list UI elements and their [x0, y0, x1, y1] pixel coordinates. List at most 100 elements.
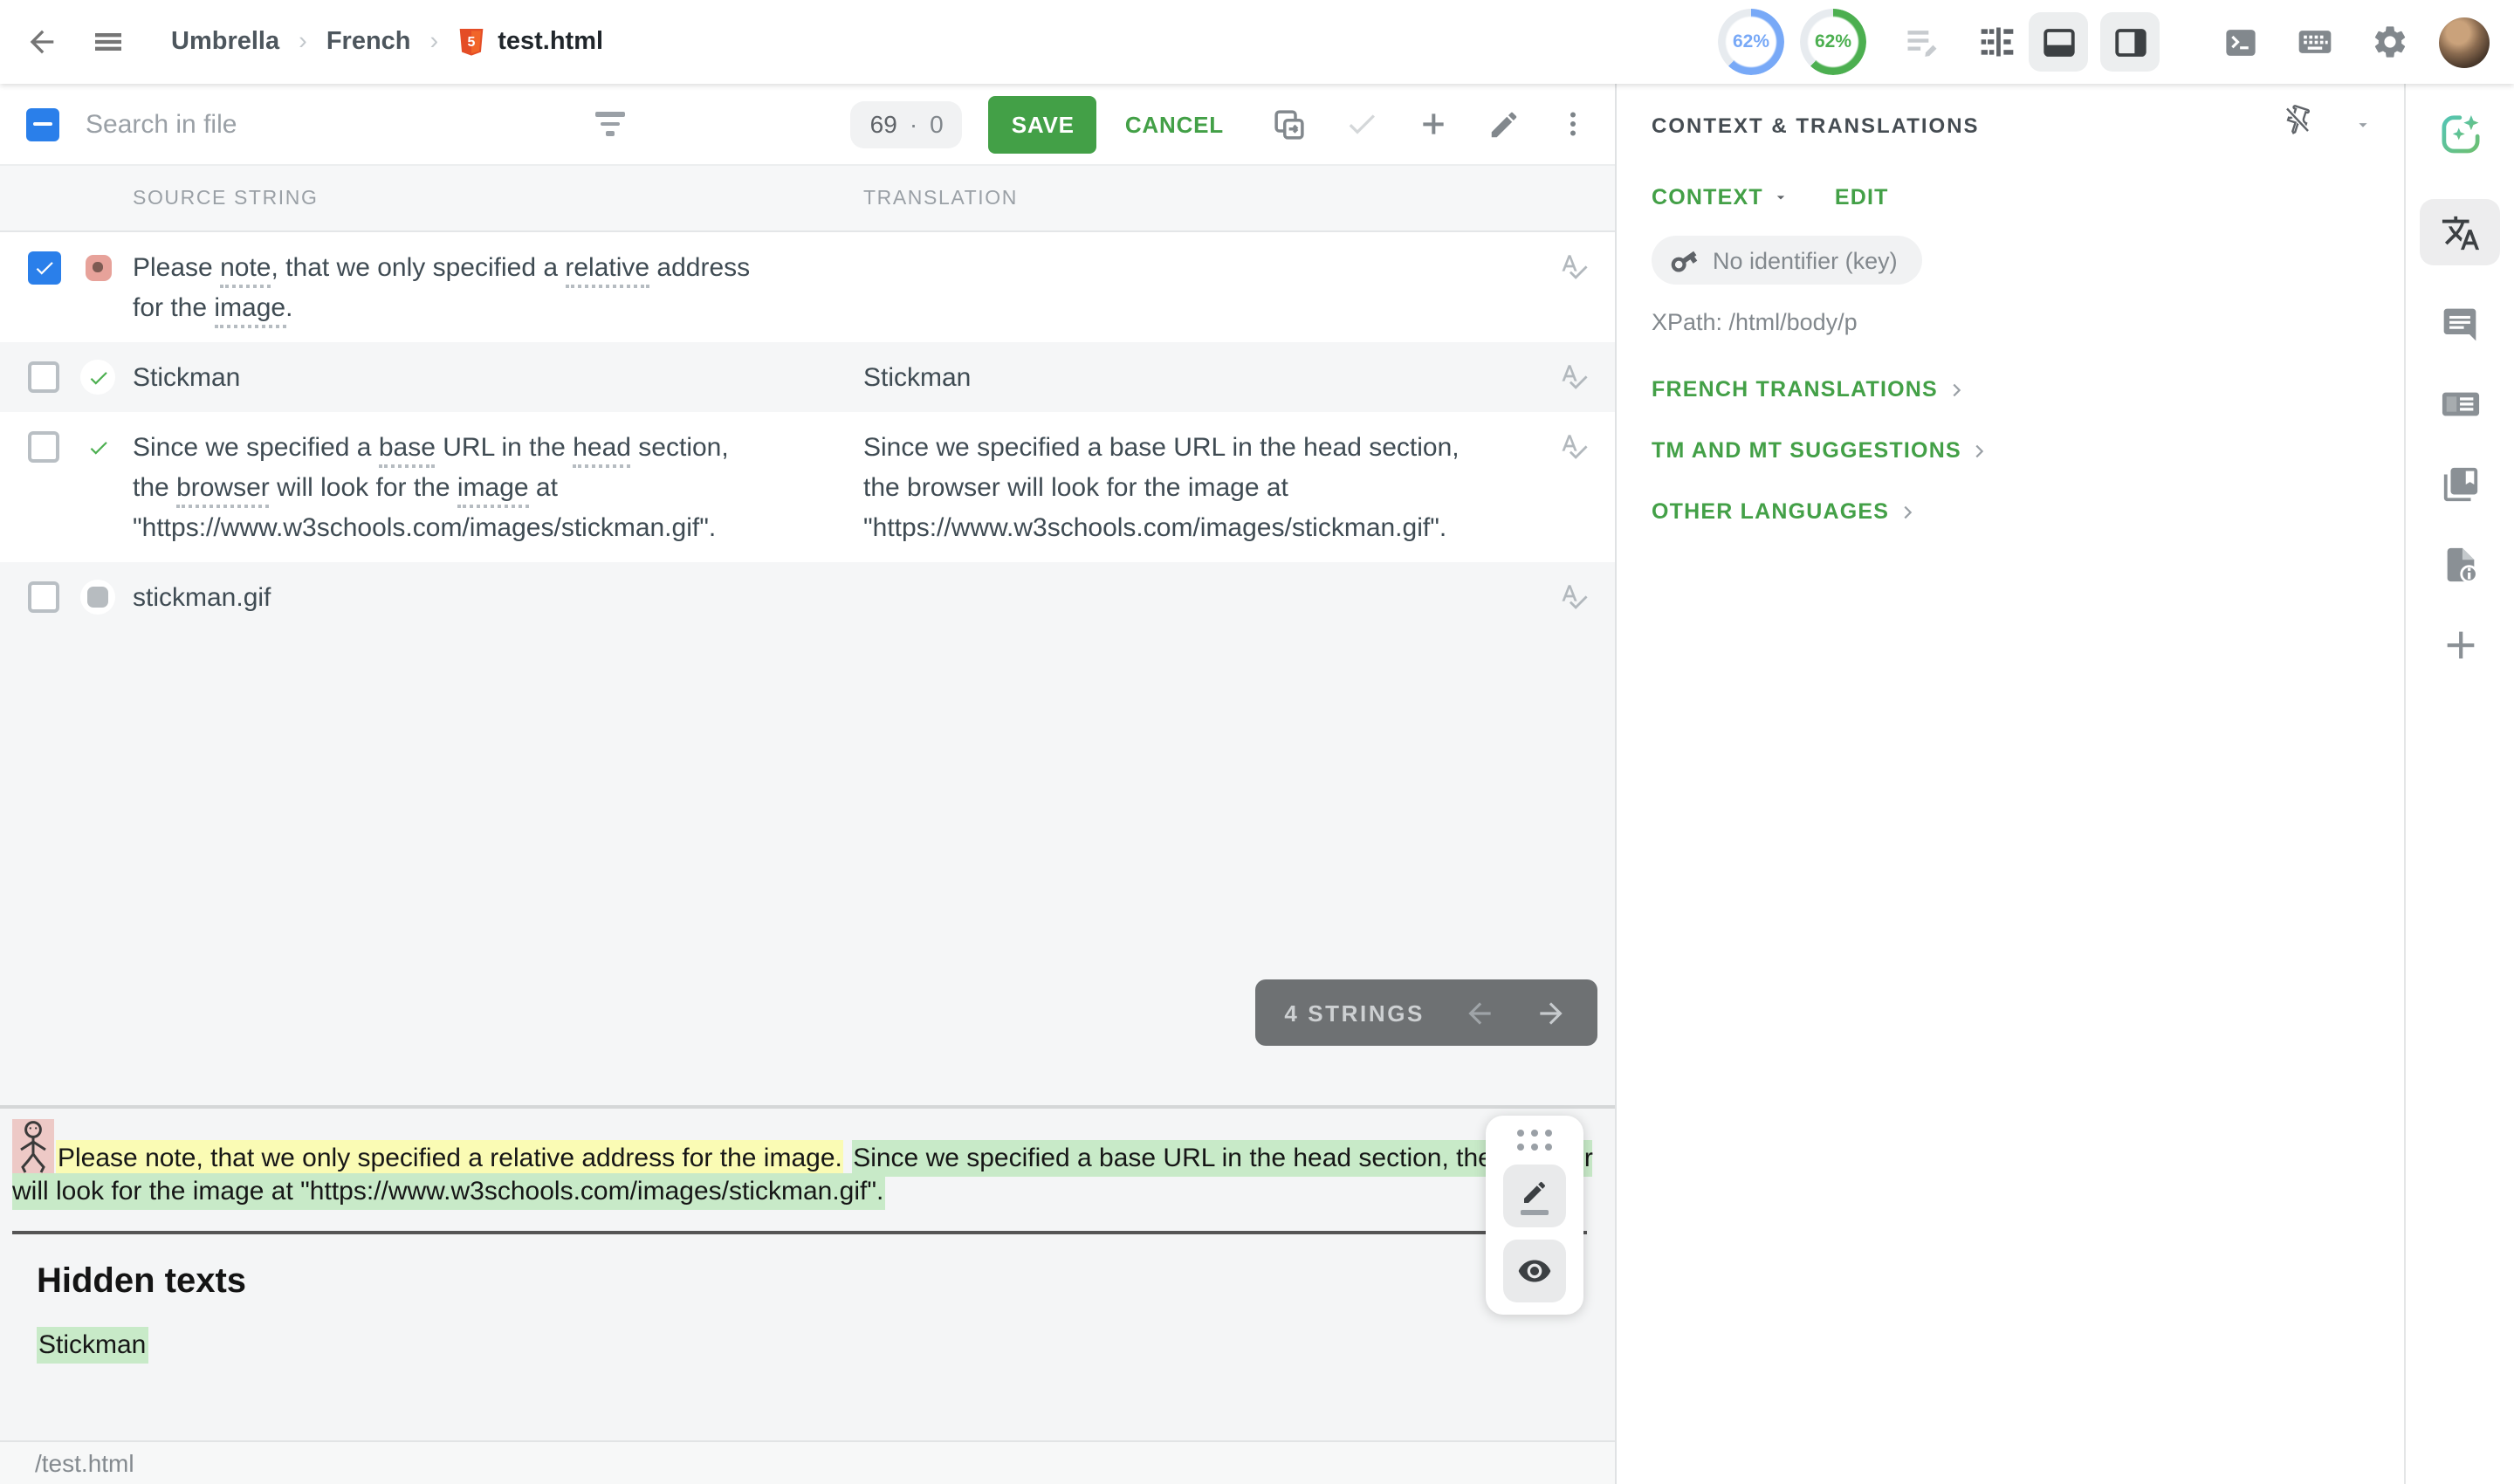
- spellcheck-icon[interactable]: [1559, 358, 1615, 391]
- add-panel-plus-icon[interactable]: [2440, 625, 2480, 665]
- unpin-icon[interactable]: [2282, 105, 2313, 136]
- row-checkbox[interactable]: [28, 581, 59, 613]
- table-row[interactable]: stickman.gif: [0, 562, 1615, 632]
- table-row[interactable]: Please note, that we only specified a re…: [0, 232, 1615, 342]
- keyboard-icon[interactable]: [2296, 23, 2334, 61]
- next-page-arrow-icon[interactable]: [1535, 996, 1568, 1029]
- list-empty-area: 4 STRINGS: [0, 632, 1615, 1105]
- toggle-right-panel-button[interactable]: [2100, 12, 2160, 72]
- translation-editor: Umbrella › French › 5 test.html 62% 62%: [0, 0, 2514, 1484]
- section-other-languages[interactable]: OTHER LANGUAGES: [1652, 499, 1917, 524]
- edit-pencil-icon[interactable]: [1487, 107, 1521, 141]
- chevron-right-icon: [1970, 441, 1989, 460]
- strings-panel: 69 · 0 SAVE CANCEL: [0, 84, 1615, 1484]
- string-counts-badge: 69 · 0: [851, 100, 963, 148]
- chevron-right-icon: ›: [299, 28, 307, 56]
- preview-highlight-yellow[interactable]: Please note, that we only specified a re…: [56, 1140, 844, 1177]
- context-dropdown[interactable]: CONTEXT: [1652, 185, 1789, 210]
- section-tm-mt-suggestions[interactable]: TM AND MT SUGGESTIONS: [1652, 438, 1989, 463]
- context-panel: CONTEXT & TRANSLATIONS CONTEXT ED: [1615, 84, 2404, 1484]
- strings-toolbar: 69 · 0 SAVE CANCEL: [0, 84, 1615, 164]
- terminal-icon[interactable]: [2222, 24, 2259, 60]
- back-button[interactable]: [24, 24, 59, 59]
- row-checkbox[interactable]: [28, 431, 59, 463]
- row-checkbox[interactable]: [28, 361, 59, 393]
- svg-text:5: 5: [468, 34, 476, 49]
- key-icon: [1663, 239, 1704, 280]
- html-preview-pane: Please note, that we only specified a re…: [0, 1105, 1615, 1440]
- breadcrumb-project[interactable]: Umbrella: [171, 28, 279, 56]
- string-rows: Please note, that we only specified a re…: [0, 232, 1615, 632]
- source-text[interactable]: Since we specified a base URL in the hea…: [133, 428, 800, 548]
- progress-ring-approved[interactable]: 62%: [1800, 9, 1866, 75]
- row-checkbox-checked[interactable]: [28, 251, 61, 285]
- table-header: SOURCE STRING TRANSLATION: [0, 164, 1615, 232]
- menu-icon[interactable]: [91, 24, 126, 59]
- status-hidden-icon: [80, 580, 115, 615]
- source-text[interactable]: Please note, that we only specified a re…: [133, 248, 800, 328]
- prev-page-arrow-icon[interactable]: [1463, 996, 1496, 1029]
- identifier-chip: No identifier (key): [1652, 236, 1922, 285]
- settings-gear-icon[interactable]: [2371, 23, 2409, 61]
- html5-icon: 5: [457, 25, 485, 58]
- translation-text[interactable]: Since we specified a base URL in the hea…: [863, 428, 1531, 548]
- xpath-label: XPath: /html/body/p: [1652, 309, 2404, 335]
- hidden-text-item[interactable]: Stickman: [37, 1330, 1615, 1361]
- file-path-bar: /test.html: [0, 1440, 1615, 1484]
- approve-check-icon[interactable]: [1344, 106, 1379, 141]
- breadcrumb-file[interactable]: 5 test.html: [457, 25, 603, 58]
- source-text[interactable]: stickman.gif: [133, 578, 800, 618]
- edit-context-button[interactable]: EDIT: [1835, 185, 1889, 210]
- translation-text[interactable]: Stickman: [863, 358, 1531, 398]
- identifier-label: No identifier (key): [1713, 247, 1898, 273]
- file-info-icon[interactable]: [2440, 545, 2480, 585]
- top-bar: Umbrella › French › 5 test.html 62% 62%: [0, 0, 2514, 84]
- save-button[interactable]: SAVE: [989, 95, 1097, 153]
- add-string-icon[interactable]: [1416, 106, 1451, 141]
- terms-card-icon[interactable]: [2440, 384, 2480, 424]
- preview-paragraph: Please note, that we only specified a re…: [12, 1119, 1615, 1207]
- user-avatar[interactable]: [2439, 17, 2490, 67]
- right-icon-strip: [2404, 84, 2514, 1484]
- toggle-bottom-panel-button[interactable]: [2029, 12, 2088, 72]
- search-input[interactable]: [82, 107, 491, 141]
- spellcheck-icon[interactable]: [1559, 248, 1615, 281]
- table-row[interactable]: Stickman Stickman: [0, 342, 1615, 412]
- section-french-translations[interactable]: FRENCH TRANSLATIONS: [1652, 377, 1966, 402]
- structure-view-icon[interactable]: [1978, 23, 2016, 61]
- strings-pager: 4 STRINGS: [1254, 979, 1597, 1046]
- preview-floating-toolbar: [1486, 1116, 1583, 1315]
- progress-ring-translated[interactable]: 62%: [1718, 9, 1784, 75]
- chevron-down-icon: [1772, 189, 1789, 206]
- copy-translation-icon[interactable]: [1271, 106, 1308, 142]
- ai-suggestions-icon[interactable]: [2436, 112, 2483, 159]
- spellcheck-icon[interactable]: [1559, 578, 1615, 611]
- filter-icon[interactable]: [595, 113, 625, 136]
- stickman-image[interactable]: [12, 1119, 54, 1177]
- translate-panel-active[interactable]: [2420, 199, 2500, 265]
- table-row[interactable]: Since we specified a base URL in the hea…: [0, 412, 1615, 562]
- translate-icon: [2440, 212, 2480, 252]
- glossary-bookmark-icon[interactable]: [2440, 464, 2480, 505]
- drag-handle-icon[interactable]: [1515, 1128, 1554, 1152]
- translation-column-header: TRANSLATION: [863, 188, 1531, 209]
- spellcheck-icon[interactable]: [1559, 428, 1615, 461]
- panel-collapse-chevron-icon[interactable]: [2353, 115, 2373, 134]
- preview-visibility-button[interactable]: [1503, 1240, 1566, 1302]
- context-tabs: CONTEXT EDIT: [1652, 185, 2404, 210]
- comments-icon[interactable]: [2441, 306, 2479, 344]
- cancel-button[interactable]: CANCEL: [1115, 109, 1234, 139]
- chevron-right-icon: [1947, 380, 1966, 399]
- preview-edit-button[interactable]: [1503, 1165, 1566, 1227]
- source-text[interactable]: Stickman: [133, 358, 800, 398]
- context-sections: FRENCH TRANSLATIONS TM AND MT SUGGESTION…: [1652, 377, 2404, 524]
- select-all-checkbox[interactable]: [26, 107, 59, 141]
- edit-list-icon[interactable]: [1903, 23, 1941, 61]
- status-translated-icon: [80, 360, 115, 395]
- chevron-right-icon: [1898, 502, 1917, 521]
- more-options-kebab-icon[interactable]: [1557, 108, 1589, 140]
- source-column-header: SOURCE STRING: [133, 188, 800, 209]
- preview-divider: [12, 1230, 1587, 1233]
- breadcrumb-language[interactable]: French: [326, 28, 411, 56]
- breadcrumb: Umbrella › French › 5 test.html: [171, 25, 603, 58]
